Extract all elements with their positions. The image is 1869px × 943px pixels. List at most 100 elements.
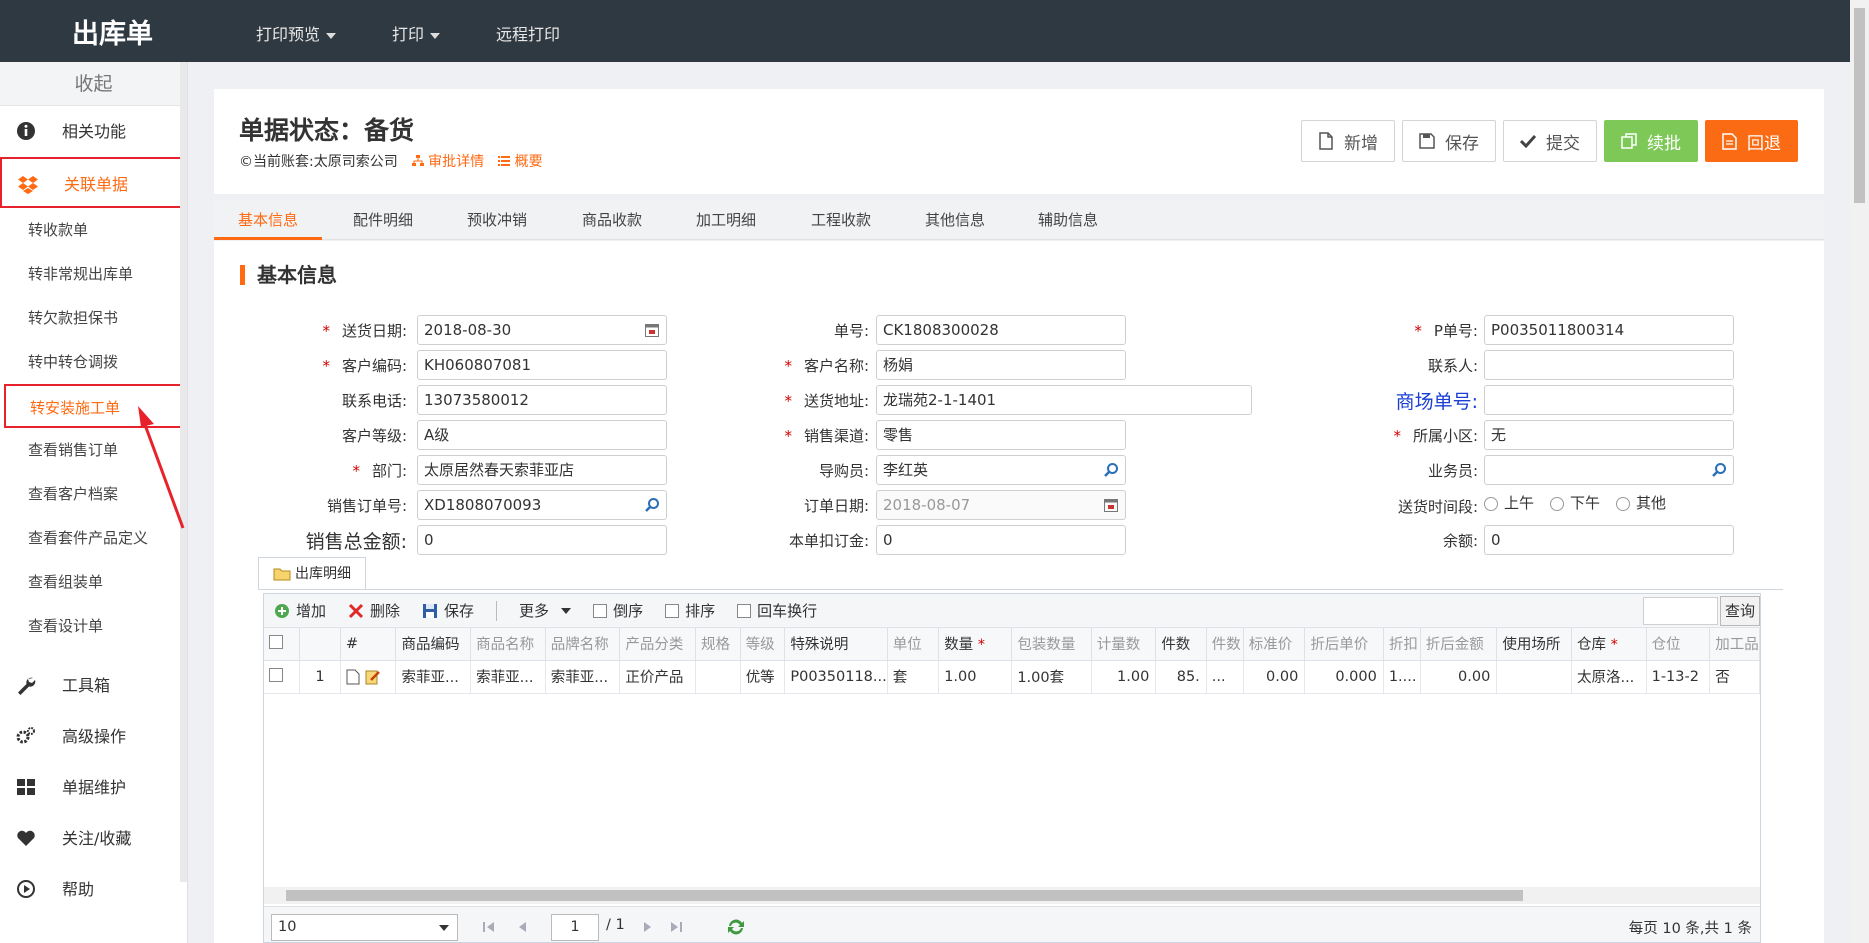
- sidebar-item-toolbox[interactable]: 工具箱: [0, 660, 187, 711]
- submit-button[interactable]: 提交: [1503, 120, 1597, 162]
- cell-product-name[interactable]: 索菲亚...: [470, 660, 546, 694]
- tab-processing[interactable]: 加工明细: [696, 200, 756, 240]
- cell-pieces[interactable]: 85.: [1155, 660, 1207, 694]
- tab-basic-info[interactable]: 基本信息: [214, 200, 323, 240]
- sidebar-item-related-functions[interactable]: 相关功能: [0, 106, 187, 157]
- sidebar-scrollbar[interactable]: [180, 62, 187, 882]
- cell-location[interactable]: 1-13-2: [1646, 660, 1711, 694]
- col-header[interactable]: 标准价: [1243, 628, 1306, 661]
- next-page-icon[interactable]: [642, 920, 654, 934]
- sidebar-item-help[interactable]: 帮助: [0, 864, 187, 915]
- cell-discount-amount[interactable]: 0.00: [1420, 660, 1498, 694]
- print-menu[interactable]: 打印: [392, 21, 441, 45]
- reverse-order-checkbox[interactable]: 倒序: [593, 600, 643, 621]
- cell-standard-price[interactable]: 0.00: [1243, 660, 1306, 694]
- salesman-field[interactable]: [1484, 455, 1734, 485]
- cell-quantity[interactable]: 1.00: [938, 660, 1013, 694]
- col-header[interactable]: 特殊说明: [784, 628, 888, 661]
- more-dropdown[interactable]: 更多: [519, 600, 572, 621]
- tab-other-info[interactable]: 其他信息: [925, 200, 985, 240]
- mall-no-field[interactable]: [1484, 385, 1734, 415]
- cell-usage-place[interactable]: [1496, 660, 1572, 694]
- grid-query-input[interactable]: [1643, 597, 1718, 625]
- sales-order-no-field[interactable]: XD1808070093: [417, 490, 667, 520]
- edit-icon[interactable]: [365, 669, 381, 685]
- calendar-icon[interactable]: [1103, 497, 1119, 513]
- cell-special-note[interactable]: P00350118...: [784, 660, 888, 694]
- sales-total-field[interactable]: 0: [417, 525, 667, 555]
- search-icon[interactable]: [644, 497, 660, 513]
- cell-product-code[interactable]: 索菲亚...: [395, 660, 472, 694]
- cell-discount-price[interactable]: 0.000: [1304, 660, 1384, 694]
- scrollbar-thumb[interactable]: [1854, 8, 1865, 203]
- calendar-icon[interactable]: [644, 322, 660, 338]
- address-field[interactable]: 龙瑞苑2-1-1401: [876, 385, 1252, 415]
- col-header[interactable]: 产品分类: [619, 628, 697, 661]
- print-preview-menu[interactable]: 打印预览: [256, 21, 337, 45]
- reject-button[interactable]: 回退: [1705, 120, 1798, 162]
- col-header[interactable]: 包装数量: [1011, 628, 1092, 661]
- cell-spec[interactable]: [695, 660, 741, 694]
- order-date-field[interactable]: 2018-08-07: [876, 490, 1126, 520]
- cell-unit[interactable]: 套: [887, 660, 940, 694]
- community-field[interactable]: 无: [1484, 420, 1734, 450]
- balance-field[interactable]: 0: [1484, 525, 1734, 555]
- col-header[interactable]: 折后单价: [1304, 628, 1384, 661]
- approval-details-link[interactable]: 审批详情: [411, 151, 484, 171]
- col-header[interactable]: 计量数: [1091, 628, 1157, 661]
- col-header[interactable]: 单位: [887, 628, 940, 661]
- sidebar-collapse-button[interactable]: 收起: [0, 62, 187, 106]
- col-header-quantity[interactable]: 数量 *: [938, 628, 1013, 661]
- scrollbar-thumb[interactable]: [286, 890, 1523, 901]
- guide-field[interactable]: 李红英: [876, 455, 1126, 485]
- new-button[interactable]: 新增: [1301, 120, 1395, 162]
- grid-query-button[interactable]: 查询: [1720, 596, 1760, 626]
- cell-measure[interactable]: 1.00: [1091, 660, 1157, 694]
- customer-level-field[interactable]: A级: [417, 420, 667, 450]
- sort-checkbox[interactable]: 排序: [665, 600, 715, 621]
- cell-pieces-2[interactable]: ...: [1206, 660, 1244, 694]
- col-header[interactable]: 等级: [740, 628, 786, 661]
- first-page-icon[interactable]: [482, 920, 496, 934]
- cell-warehouse[interactable]: 太原洛...: [1571, 660, 1647, 694]
- sidebar-item-related-docs[interactable]: 关联单据: [0, 157, 187, 208]
- customer-code-field[interactable]: KH060807081: [417, 350, 667, 380]
- sub-item-view-sales-order[interactable]: 查看销售订单: [0, 428, 187, 472]
- time-slot-other[interactable]: 其他: [1616, 492, 1666, 513]
- row-checkbox[interactable]: [264, 660, 300, 694]
- col-header[interactable]: 仓位: [1646, 628, 1711, 661]
- contact-field[interactable]: [1484, 350, 1734, 380]
- summary-link[interactable]: 概要: [498, 151, 543, 171]
- tab-accessories[interactable]: 配件明细: [353, 200, 413, 240]
- delivery-date-field[interactable]: 2018-08-30: [417, 315, 667, 345]
- col-header[interactable]: 折后金额: [1420, 628, 1498, 661]
- enter-wrap-checkbox[interactable]: 回车换行: [737, 600, 817, 621]
- time-slot-afternoon[interactable]: 下午: [1550, 492, 1600, 513]
- tab-goods-payment[interactable]: 商品收款: [582, 200, 642, 240]
- sub-item-to-receipt[interactable]: 转收款单: [0, 208, 187, 252]
- tab-project-payment[interactable]: 工程收款: [811, 200, 871, 240]
- refresh-icon[interactable]: [726, 918, 746, 936]
- cell-category[interactable]: 正价产品: [619, 660, 697, 694]
- sub-item-view-kit[interactable]: 查看套件产品定义: [0, 516, 187, 560]
- page-vertical-scrollbar[interactable]: [1850, 0, 1869, 943]
- channel-field[interactable]: 零售: [876, 420, 1126, 450]
- cell-brand[interactable]: 索菲亚...: [545, 660, 621, 694]
- grid-tab-outbound-details[interactable]: 出库明细: [258, 557, 366, 590]
- col-header[interactable]: 加工品: [1709, 628, 1760, 661]
- cell-discount[interactable]: 1....: [1383, 660, 1421, 694]
- document-icon[interactable]: [346, 669, 360, 685]
- continue-approval-button[interactable]: 续批: [1604, 120, 1698, 162]
- department-field[interactable]: 太原居然春天索菲亚店: [417, 455, 667, 485]
- doc-no-field[interactable]: CK1808300028: [876, 315, 1126, 345]
- phone-field[interactable]: 13073580012: [417, 385, 667, 415]
- sub-item-to-debt-guarantee[interactable]: 转欠款担保书: [0, 296, 187, 340]
- grid-save-button[interactable]: 保存: [422, 600, 474, 621]
- sub-item-to-install-order[interactable]: 转安装施工单: [4, 384, 185, 428]
- sub-item-to-transfer[interactable]: 转中转仓调拨: [0, 340, 187, 384]
- page-size-select[interactable]: 10: [271, 914, 458, 941]
- search-icon[interactable]: [1103, 462, 1119, 478]
- col-header[interactable]: 品牌名称: [545, 628, 621, 661]
- cell-processed[interactable]: 否: [1709, 660, 1760, 694]
- remote-print-menu[interactable]: 远程打印: [496, 21, 560, 45]
